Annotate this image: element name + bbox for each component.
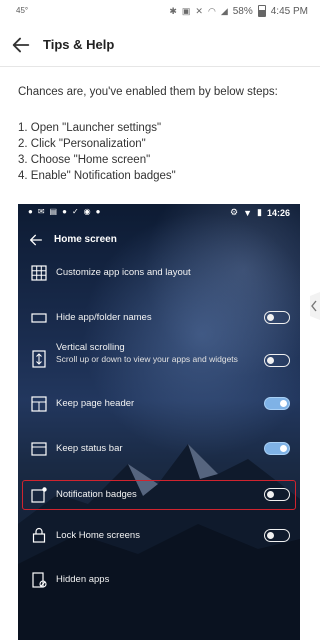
chat-icon: ◉ [83,207,91,216]
step-item: 2. Click "Personalization" [18,138,146,150]
vertical-scroll-icon [32,350,46,368]
chevron-left-icon[interactable] [304,292,320,320]
settings-icon: ⚙ [230,207,239,217]
notification-badges-toggle [264,488,290,501]
bluetooth-icon: ✱ [169,5,177,16]
check-icon: ✓ [71,207,79,216]
status-time: 4:45 PM [270,5,308,17]
setting-label: Hide app/folder names [56,312,152,323]
setting-label: Notification badges [56,489,137,500]
header-divider [0,66,320,67]
embedded-system-icons: ⚙ ▼ ▮ 14:26 [230,207,290,218]
hide-names-toggle [264,311,290,324]
keep-status-bar-toggle [264,442,290,455]
setting-row-keep-status-bar: Keep status bar [18,437,300,461]
setting-row-lock-home: Lock Home screens [18,524,300,548]
setting-label: Hidden apps [56,574,110,585]
setting-row-hide-names: Hide app/folder names [18,306,300,330]
arrow-left-icon[interactable] [10,34,32,56]
setting-label: Customize app icons and layout [56,267,191,278]
intro-text: Chances are, you've enabled them by belo… [18,86,278,98]
embedded-header: Home screen [18,228,300,252]
grid-icon [31,265,47,281]
app-bar: Tips & Help [0,26,320,64]
setting-label: Lock Home screens [56,530,140,541]
wifi-icon: ▼ [243,207,253,218]
setting-label: Keep page header [56,398,135,409]
notification-icon: ● [62,207,67,216]
setting-label: Keep status bar [56,443,123,454]
lock-home-toggle [264,529,290,542]
mute-icon: ✕ [195,5,203,16]
battery-icon [257,5,266,17]
notification-icon: ● [95,207,101,216]
status-bar: 45° ✱ ▣ ✕ ◠ ◢ 58% 4:45 PM [0,0,320,24]
embedded-title: Home screen [54,234,117,245]
hidden-apps-icon [32,572,47,588]
setting-sublabel: Scroll up or down to view your apps and … [56,354,238,364]
notification-badge-icon [31,487,47,503]
step-item: 3. Choose "Home screen" [18,154,151,166]
step-item: 1. Open "Launcher settings" [18,122,162,134]
vertical-scrolling-toggle [264,354,290,367]
step-item: 4. Enable" Notification badges" [18,170,176,182]
setting-row-customize: Customize app icons and layout [18,261,300,285]
setting-row-vertical-scrolling: Vertical scrolling Scroll up or down to … [18,338,300,384]
steps-list: 1. Open "Launcher settings" 2. Click "Pe… [18,120,176,184]
keep-header-toggle [264,397,290,410]
sms-icon: ▤ [49,207,58,216]
label-icon [31,313,47,323]
embedded-time: 14:26 [266,207,290,218]
mail-icon: ✉ [37,207,45,216]
lock-icon [32,527,46,543]
setting-row-keep-header: Keep page header [18,392,300,416]
signal-icon: ◢ [220,5,228,16]
wifi-icon: ◠ [207,5,216,16]
page-header-icon [31,396,47,412]
status-right: ✱ ▣ ✕ ◠ ◢ 58% 4:45 PM [169,5,308,17]
notification-icon: ● [28,207,33,216]
embedded-status-bar: ● ✉ ▤ ● ✓ ◉ ● ⚙ ▼ ▮ 14:26 [18,204,300,222]
embedded-screenshot: ● ✉ ▤ ● ✓ ◉ ● ⚙ ▼ ▮ 14:26 Home screen Cu… [18,204,300,640]
setting-row-notification-badges: Notification badges [18,483,300,507]
setting-label: Vertical scrolling [56,342,125,353]
setting-row-hidden-apps: Hidden apps [18,568,300,592]
embedded-notification-icons: ● ✉ ▤ ● ✓ ◉ ● [28,207,100,216]
nfc-icon: ▣ [181,5,191,16]
page-title: Tips & Help [43,37,115,52]
arrow-left-icon [30,234,42,246]
battery-percent: 58% [232,5,253,17]
battery-icon: ▮ [257,207,262,217]
status-bar-icon [31,442,47,456]
status-left-text: 45° [16,6,29,15]
